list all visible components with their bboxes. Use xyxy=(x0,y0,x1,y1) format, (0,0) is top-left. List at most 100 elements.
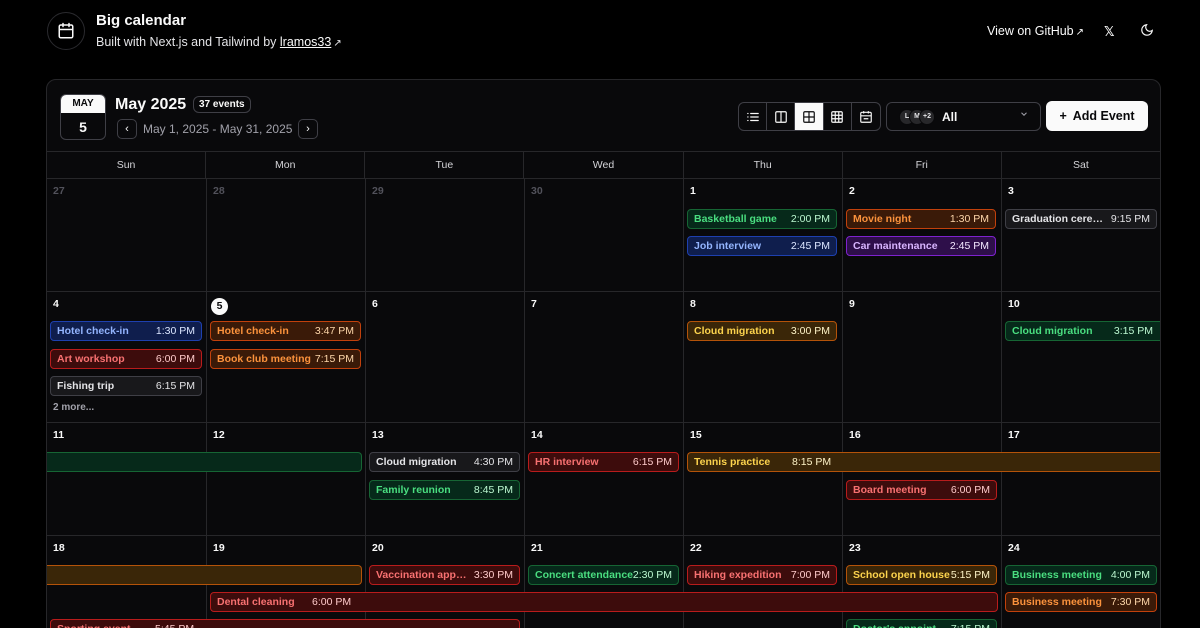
weekday-label: Thu xyxy=(684,152,843,178)
x-twitter-icon[interactable]: 𝕏 xyxy=(1104,24,1114,40)
event-chip[interactable]: Cloud migration 3:00 PM xyxy=(687,321,837,341)
weekday-label: Sun xyxy=(47,152,207,178)
day-cell[interactable]: 17 xyxy=(1002,423,1160,536)
event-chip[interactable]: Art workshop 6:00 PM xyxy=(50,349,202,369)
event-title: Vaccination appointment xyxy=(376,569,470,581)
day-cell[interactable]: 10 xyxy=(1002,292,1160,423)
event-chip[interactable]: Vaccination appointment3:30 PM xyxy=(369,565,520,585)
day-cell[interactable]: 7 xyxy=(525,292,684,423)
day-number: 30 xyxy=(531,185,543,197)
day-number: 19 xyxy=(213,542,225,554)
prev-month-button[interactable]: ‹ xyxy=(117,119,137,139)
day-cell[interactable]: 11 xyxy=(47,423,207,536)
day-number: 7 xyxy=(531,298,537,310)
event-chip[interactable]: Fishing trip 6:15 PM xyxy=(50,376,202,396)
day-number: 22 xyxy=(690,542,702,554)
user-filter-select[interactable]: L M +2 All xyxy=(886,102,1041,131)
event-title: Hiking expedition xyxy=(694,569,782,581)
day-number: 23 xyxy=(849,542,861,554)
event-chip[interactable]: Family reunion 8:45 PM xyxy=(369,480,520,500)
next-month-button[interactable]: › xyxy=(298,119,318,139)
event-chip[interactable]: HR interview 6:15 PM xyxy=(528,452,679,472)
day-number: 18 xyxy=(53,542,65,554)
event-time: 3:30 PM xyxy=(473,569,513,581)
event-chip-multiday[interactable]: Tennis practice 8:15 PM xyxy=(687,452,1160,472)
day-cell[interactable]: 6 xyxy=(366,292,525,423)
event-chip[interactable]: Concert attendance 2:30 PM xyxy=(528,565,679,585)
event-time: 2:45 PM xyxy=(790,240,830,252)
day-cell[interactable]: 8 xyxy=(684,292,843,423)
day-cell[interactable]: 9 xyxy=(843,292,1002,423)
week-view-button[interactable] xyxy=(852,103,880,130)
event-chip[interactable]: Board meeting 6:00 PM xyxy=(846,480,997,500)
day-view-button[interactable] xyxy=(767,103,796,130)
app-title: Big calendar xyxy=(96,12,187,29)
day-number: 27 xyxy=(53,185,65,197)
chevron-down-icon xyxy=(1019,109,1029,122)
event-chip[interactable]: Business meeting 7:30 PM xyxy=(1005,592,1157,612)
day-number: 9 xyxy=(849,298,855,310)
day-cell[interactable]: 30 xyxy=(525,179,684,292)
day-number: 13 xyxy=(372,429,384,441)
month-view-button[interactable] xyxy=(795,103,824,130)
event-chip[interactable]: School open house 5:15 PM xyxy=(846,565,997,585)
theme-toggle-moon-icon[interactable] xyxy=(1140,23,1154,42)
event-chip[interactable]: Doctor's appointment 7:15 PM xyxy=(846,619,997,628)
add-event-button[interactable]: + Add Event xyxy=(1046,101,1148,131)
event-title: Hotel check-in xyxy=(217,325,289,337)
event-title: Cloud migration xyxy=(1012,325,1093,337)
event-title: Business meeting xyxy=(1012,596,1102,608)
event-chip-multiday[interactable]: Sporting event 5:45 PM xyxy=(50,619,520,628)
day-cell[interactable]: 14 xyxy=(525,423,684,536)
weekday-label: Fri xyxy=(843,152,1002,178)
event-chip[interactable]: Hotel check-in 3:47 PM xyxy=(210,321,361,341)
grid-3x3-icon xyxy=(831,110,844,123)
event-chip[interactable]: Book club meeting 7:15 PM xyxy=(210,349,361,369)
year-view-button[interactable] xyxy=(824,103,852,130)
event-chip[interactable]: Business meeting 4:00 PM xyxy=(1005,565,1157,585)
event-chip-multiday[interactable]: Dental cleaning 6:00 PM xyxy=(210,592,998,612)
event-chip[interactable]: Basketball game 2:00 PM xyxy=(687,209,837,229)
author-link[interactable]: lramos33 xyxy=(280,35,331,49)
today-date-badge[interactable]: MAY 5 xyxy=(60,94,106,140)
day-cell[interactable]: 15 xyxy=(684,423,843,536)
event-chip-multiday-continuation[interactable] xyxy=(47,452,362,472)
avatar-overflow: +2 xyxy=(919,109,935,125)
add-event-label: Add Event xyxy=(1072,109,1135,123)
day-cell[interactable]: 27 xyxy=(47,179,207,292)
event-chip[interactable]: Cloud migration 4:30 PM xyxy=(369,452,520,472)
event-time: 6:15 PM xyxy=(155,380,195,392)
event-time: 1:30 PM xyxy=(155,325,195,337)
list-icon xyxy=(746,112,759,121)
event-title: Tennis practice xyxy=(694,456,771,468)
event-chip[interactable]: Movie night 1:30 PM xyxy=(846,209,996,229)
event-chip[interactable]: Graduation ceremony9:15 PM xyxy=(1005,209,1157,229)
plus-icon: + xyxy=(1059,109,1067,123)
github-link[interactable]: View on GitHub ↗ xyxy=(987,24,1084,38)
event-time: 3:47 PM xyxy=(314,325,354,337)
day-cell[interactable]: 28 xyxy=(207,179,366,292)
event-title: Doctor's appointment xyxy=(853,620,947,628)
agenda-view-button[interactable] xyxy=(739,103,768,130)
calendar-logo-icon xyxy=(47,12,85,50)
event-chip[interactable]: Hiking expedition 7:00 PM xyxy=(687,565,837,585)
github-link-label: View on GitHub xyxy=(987,24,1074,38)
event-chip[interactable]: Car maintenance 2:45 PM xyxy=(846,236,996,256)
more-events-link[interactable]: 2 more... xyxy=(53,402,94,413)
day-cell[interactable]: 3 xyxy=(1002,179,1160,292)
event-chip-multiday[interactable]: Cloud migration 3:15 PM xyxy=(1005,321,1160,341)
event-time: 8:45 PM xyxy=(473,484,513,496)
event-title: School open house xyxy=(853,569,950,581)
view-switcher xyxy=(738,102,881,131)
weekday-label: Tue xyxy=(365,152,525,178)
event-time: 6:00 PM xyxy=(950,484,990,496)
event-chip-multiday-continuation[interactable] xyxy=(47,565,362,585)
day-cell[interactable]: 29 xyxy=(366,179,525,292)
event-time: 7:15 PM xyxy=(951,620,990,628)
app-header: Big calendar Built with Next.js and Tail… xyxy=(0,0,1200,62)
event-chip[interactable]: Hotel check-in 1:30 PM xyxy=(50,321,202,341)
event-time: 1:30 PM xyxy=(949,213,989,225)
day-cell[interactable]: 12 xyxy=(207,423,366,536)
event-chip[interactable]: Job interview 2:45 PM xyxy=(687,236,837,256)
day-number: 12 xyxy=(213,429,225,441)
